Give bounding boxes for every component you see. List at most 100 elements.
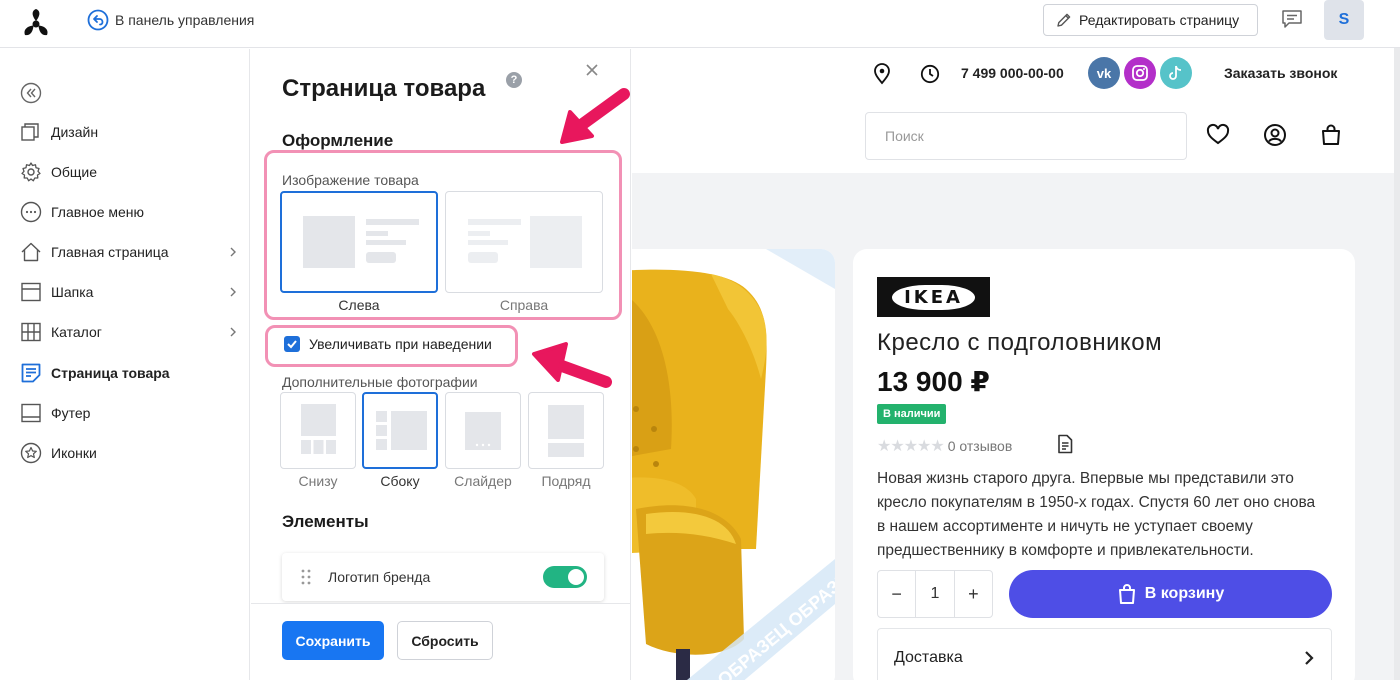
product-info-card: IKEA Кресло с подголовником 13 900 ₽ В н…	[853, 249, 1355, 680]
image-left-caption: Слева	[338, 297, 380, 313]
app-logo-icon[interactable]	[17, 5, 55, 43]
sidebar-item-design[interactable]: Дизайн	[20, 120, 240, 144]
brand-logo[interactable]: IKEA	[877, 277, 990, 317]
product-description: Новая жизнь старого друга. Впервые мы пр…	[877, 470, 1316, 559]
image-right-option[interactable]	[445, 191, 603, 293]
callback-link[interactable]: Заказать звонок	[1224, 65, 1337, 81]
sidebar-item-general[interactable]: Общие	[20, 160, 240, 184]
photos-stacked-preview-icon	[548, 405, 584, 457]
sidebar-item-header[interactable]: Шапка	[20, 280, 240, 304]
document-icon[interactable]	[1057, 434, 1073, 454]
add-to-cart-button[interactable]: В корзину	[1009, 570, 1332, 618]
annotation-arrow-icon	[560, 88, 630, 144]
edit-page-label: Редактировать страницу	[1079, 12, 1240, 28]
armchair-image: ОБРАЗЕЦ ОБРАЗЕЦ	[632, 249, 835, 680]
sidebar-item-label: Иконки	[51, 445, 97, 461]
layout-right-preview-icon	[468, 216, 582, 268]
qty-value[interactable]: 1	[915, 571, 955, 617]
sidebar-item-label: Шапка	[51, 284, 94, 300]
checkbox-checked-icon[interactable]	[284, 336, 300, 352]
star-circle-icon	[20, 442, 42, 464]
store-phone[interactable]: 7 499 000-00-00	[961, 65, 1064, 81]
sidebar-item-product-page[interactable]: Страница товара	[20, 361, 240, 385]
close-icon[interactable]	[584, 62, 600, 78]
chevron-right-icon	[1305, 651, 1314, 665]
save-button[interactable]: Сохранить	[282, 621, 384, 660]
extra-photos-slider-caption: Слайдер	[454, 473, 512, 489]
help-icon[interactable]: ?	[506, 72, 522, 88]
clock-icon[interactable]	[920, 64, 940, 84]
rating-row[interactable]: ★★★★★ 0 отзывов	[877, 436, 1012, 456]
sidebar-item-label: Главное меню	[51, 204, 145, 220]
product-image[interactable]: ОБРАЗЕЦ ОБРАЗЕЦ	[632, 249, 835, 680]
product-price: 13 900 ₽	[877, 366, 990, 397]
pencil-icon	[1057, 13, 1071, 27]
sidebar-item-label: Футер	[51, 405, 91, 421]
sidebar-item-home-page[interactable]: Главная страница	[20, 240, 240, 264]
quantity-stepper[interactable]: − 1 +	[877, 570, 993, 618]
panel-footer: Сохранить Сбросить	[251, 603, 630, 680]
zoom-checkbox-label: Увеличивать при наведении	[309, 336, 492, 352]
user-avatar[interactable]: S	[1324, 0, 1364, 40]
extra-photos-bottom-option[interactable]	[280, 392, 356, 469]
add-to-cart-label: В корзину	[1144, 585, 1225, 602]
extra-photos-side-option[interactable]	[362, 392, 438, 469]
edit-page-button[interactable]: Редактировать страницу	[1043, 4, 1258, 36]
instagram-icon[interactable]	[1124, 57, 1156, 89]
image-left-option[interactable]	[280, 191, 438, 293]
settings-sidebar: Дизайн Общие Главное меню Главная страни…	[0, 49, 250, 680]
qty-increase-button[interactable]: +	[955, 571, 992, 617]
vk-icon[interactable]: vk	[1088, 57, 1120, 89]
store-preview: 7 499 000-00-00 vk Заказать звонок Поиск	[632, 49, 1400, 680]
delivery-label: Доставка	[894, 649, 963, 666]
reviews-count: 0 отзывов	[947, 438, 1013, 454]
brand-logo-toggle[interactable]	[543, 566, 587, 588]
annotation-arrow-icon	[532, 342, 612, 388]
sidebar-item-label: Общие	[51, 164, 98, 180]
photos-bottom-preview-icon	[301, 404, 336, 454]
delivery-row[interactable]: Доставка	[877, 628, 1332, 680]
extra-photos-slider-option[interactable]	[445, 392, 521, 469]
chat-icon[interactable]	[1281, 9, 1303, 29]
element-row-brand-logo[interactable]: Логотип бренда	[282, 553, 604, 601]
footer-icon	[20, 402, 42, 424]
sidebar-item-catalog[interactable]: Каталог	[20, 320, 240, 344]
image-right-caption: Справа	[499, 297, 549, 313]
elements-section-heading: Элементы	[282, 512, 369, 531]
extra-photos-bottom-caption: Снизу	[298, 473, 338, 489]
store-search-input[interactable]: Поиск	[865, 112, 1187, 160]
sidebar-item-icons[interactable]: Иконки	[20, 441, 240, 465]
chevron-right-icon	[230, 287, 236, 297]
sidebar-item-main-menu[interactable]: Главное меню	[20, 200, 240, 224]
qty-decrease-button[interactable]: −	[878, 571, 915, 617]
extra-photos-stacked-caption: Подряд	[541, 473, 591, 489]
back-arrow-icon	[87, 9, 109, 31]
location-pin-icon[interactable]	[873, 63, 891, 85]
back-to-dashboard-link[interactable]: В панель управления	[87, 9, 254, 31]
store-header: 7 499 000-00-00 vk Заказать звонок Поиск	[632, 49, 1400, 173]
extra-photos-stacked-option[interactable]	[528, 392, 604, 469]
sidebar-item-footer[interactable]: Футер	[20, 401, 240, 425]
photos-slider-preview-icon	[465, 412, 501, 450]
product-title: Кресло с подголовником	[877, 329, 1163, 356]
zoom-on-hover-checkbox[interactable]: Увеличивать при наведении	[284, 336, 492, 352]
extra-photos-side-caption: Сбоку	[380, 473, 420, 489]
page-scrollbar[interactable]	[1394, 0, 1400, 680]
product-image-label: Изображение товара	[282, 172, 419, 188]
drag-handle-icon[interactable]	[300, 568, 312, 586]
stock-badge: В наличии	[877, 404, 947, 424]
reset-button[interactable]: Сбросить	[397, 621, 493, 660]
shopping-bag-icon[interactable]	[1319, 123, 1343, 147]
layers-icon	[20, 121, 42, 143]
account-icon[interactable]	[1263, 123, 1287, 147]
sidebar-item-label: Дизайн	[51, 124, 99, 140]
dots-circle-icon	[20, 201, 42, 223]
layout-left-preview-icon	[303, 216, 419, 268]
collapse-sidebar-icon[interactable]	[20, 82, 42, 104]
photos-side-preview-icon	[376, 411, 427, 450]
heart-icon[interactable]	[1206, 123, 1230, 147]
design-section-heading: Оформление	[282, 131, 394, 150]
shopping-bag-icon	[1118, 584, 1135, 604]
tiktok-icon[interactable]	[1160, 57, 1192, 89]
product-section: ОБРАЗЕЦ ОБРАЗЕЦ IKEA Кресло с подголовни…	[632, 173, 1400, 680]
